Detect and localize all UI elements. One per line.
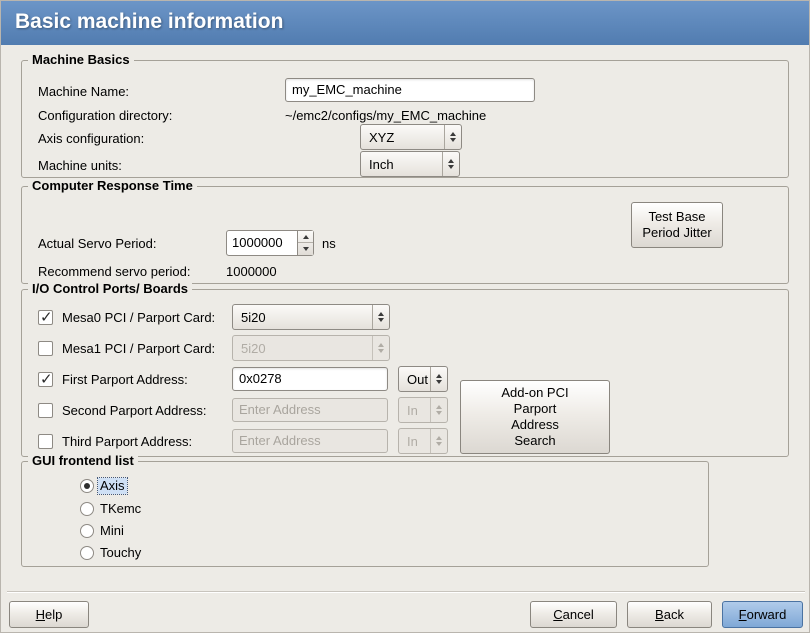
- second-parport-checkbox[interactable]: [38, 403, 53, 418]
- combo-arrows-icon: [430, 398, 447, 422]
- help-button[interactable]: Help: [9, 601, 89, 628]
- axis-configuration-value: XYZ: [369, 130, 444, 145]
- mesa1-checkbox[interactable]: [38, 341, 53, 356]
- second-parport-address-field[interactable]: Enter Address: [232, 398, 388, 422]
- machine-basics-legend: Machine Basics: [28, 52, 134, 67]
- combo-arrows-icon: [372, 305, 389, 329]
- basic-machine-information-window: Basic machine information Machine Basics…: [0, 0, 810, 633]
- servo-period-units-label: ns: [322, 236, 336, 251]
- response-time-frame: Computer Response Time Test Base Period …: [21, 186, 789, 284]
- test-base-period-jitter-button[interactable]: Test Base Period Jitter: [631, 202, 723, 248]
- gui-radio-mini-label[interactable]: Mini: [98, 523, 126, 539]
- third-parport-direction-value: In: [407, 434, 430, 449]
- mesa1-card-select[interactable]: 5i20: [232, 335, 390, 361]
- third-parport-address-field[interactable]: Enter Address: [232, 429, 388, 453]
- servo-period-label: Actual Servo Period:: [38, 236, 157, 251]
- mesa1-card-value: 5i20: [241, 341, 372, 356]
- page-header: Basic machine information: [1, 1, 810, 45]
- io-ports-legend: I/O Control Ports/ Boards: [28, 281, 192, 296]
- first-parport-checkbox[interactable]: [38, 372, 53, 387]
- machine-units-value: Inch: [369, 157, 442, 172]
- spin-down-button[interactable]: [298, 243, 313, 255]
- servo-period-value: 1000000: [227, 231, 297, 255]
- gui-frontend-legend: GUI frontend list: [28, 453, 138, 468]
- combo-arrows-icon: [442, 152, 459, 176]
- cancel-button[interactable]: Cancel: [530, 601, 617, 628]
- footer-separator: [7, 591, 805, 593]
- second-parport-direction-value: In: [407, 403, 430, 418]
- config-directory-label: Configuration directory:: [38, 108, 172, 123]
- addon-pci-parport-search-button[interactable]: Add-on PCI Parport Address Search: [460, 380, 610, 454]
- page-title: Basic machine information: [15, 10, 283, 34]
- machine-units-select[interactable]: Inch: [360, 151, 460, 177]
- first-parport-direction-value: Out: [407, 372, 430, 387]
- gui-radio-mini[interactable]: [80, 524, 94, 538]
- config-directory-value: ~/emc2/configs/my_EMC_machine: [285, 108, 486, 123]
- mesa0-checkbox[interactable]: [38, 310, 53, 325]
- gui-radio-tkemc-label[interactable]: TKemc: [98, 501, 143, 517]
- second-parport-label: Second Parport Address:: [62, 403, 207, 418]
- third-parport-checkbox[interactable]: [38, 434, 53, 449]
- gui-frontend-frame: GUI frontend list Axis TKemc Mini Touchy: [21, 461, 709, 567]
- third-parport-direction-select[interactable]: In: [398, 428, 448, 454]
- first-parport-label: First Parport Address:: [62, 372, 188, 387]
- third-parport-label: Third Parport Address:: [62, 434, 192, 449]
- recommend-servo-period-label: Recommend servo period:: [38, 264, 190, 279]
- combo-arrows-icon: [372, 336, 389, 360]
- machine-name-label: Machine Name:: [38, 84, 129, 99]
- axis-configuration-label: Axis configuration:: [38, 131, 144, 146]
- gui-radio-axis[interactable]: [80, 479, 94, 493]
- recommend-servo-period-value: 1000000: [226, 264, 277, 279]
- axis-configuration-select[interactable]: XYZ: [360, 124, 462, 150]
- mesa1-label: Mesa1 PCI / Parport Card:: [62, 341, 215, 356]
- machine-name-field[interactable]: my_EMC_machine: [285, 78, 535, 102]
- gui-radio-touchy-label[interactable]: Touchy: [98, 545, 143, 561]
- response-time-legend: Computer Response Time: [28, 178, 197, 193]
- back-button[interactable]: Back: [627, 601, 712, 628]
- machine-units-label: Machine units:: [38, 158, 122, 173]
- servo-period-spinbox[interactable]: 1000000: [226, 230, 314, 256]
- spin-up-button[interactable]: [298, 231, 313, 243]
- gui-radio-touchy[interactable]: [80, 546, 94, 560]
- first-parport-direction-select[interactable]: Out: [398, 366, 448, 392]
- mesa0-label: Mesa0 PCI / Parport Card:: [62, 310, 215, 325]
- machine-basics-frame: Machine Basics Machine Name: my_EMC_mach…: [21, 60, 789, 178]
- gui-radio-axis-label[interactable]: Axis: [98, 478, 127, 494]
- combo-arrows-icon: [444, 125, 461, 149]
- combo-arrows-icon: [430, 367, 447, 391]
- spin-steppers: [297, 231, 313, 255]
- combo-arrows-icon: [430, 429, 447, 453]
- io-ports-frame: I/O Control Ports/ Boards Mesa0 PCI / Pa…: [21, 289, 789, 457]
- second-parport-direction-select[interactable]: In: [398, 397, 448, 423]
- mesa0-card-value: 5i20: [241, 310, 372, 325]
- first-parport-address-field[interactable]: 0x0278: [232, 367, 388, 391]
- gui-radio-tkemc[interactable]: [80, 502, 94, 516]
- forward-button[interactable]: Forward: [722, 601, 803, 628]
- mesa0-card-select[interactable]: 5i20: [232, 304, 390, 330]
